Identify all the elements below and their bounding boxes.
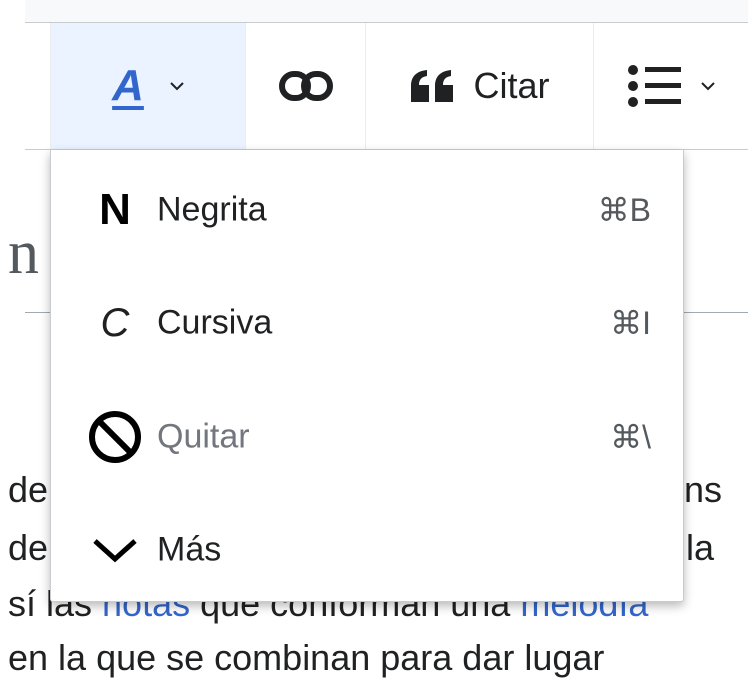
clear-formatting-icon xyxy=(83,405,147,469)
menu-item-shortcut: ⌘I xyxy=(610,304,651,341)
text-style-icon: A xyxy=(112,61,144,110)
menu-item-label: Quitar xyxy=(157,417,250,455)
menu-item-label: Más xyxy=(157,530,222,568)
chevron-down-icon xyxy=(701,82,715,91)
italic-icon: C xyxy=(100,300,130,345)
quote-icon xyxy=(411,70,454,102)
bullet-list-icon xyxy=(628,65,681,107)
menu-item-more[interactable]: Más xyxy=(51,493,683,606)
article-text-line2-left: de xyxy=(8,527,49,568)
menu-item-clear[interactable]: Quitar ⌘\ xyxy=(51,380,683,493)
menu-item-shortcut: ⌘\ xyxy=(610,418,651,455)
menu-item-shortcut: ⌘B xyxy=(597,191,651,228)
cite-label: Citar xyxy=(473,65,550,106)
menu-item-label: Cursiva xyxy=(157,303,273,341)
chevron-down-icon xyxy=(170,82,184,91)
text-style-button[interactable]: A xyxy=(50,23,246,149)
article-text-line4: en la que se combinan para dar lugar xyxy=(8,637,605,678)
top-strip xyxy=(25,0,748,22)
link-icon xyxy=(278,71,333,101)
menu-item-italic[interactable]: C Cursiva ⌘I xyxy=(51,266,683,379)
article-heading-fragment: n xyxy=(8,219,39,287)
menu-item-label: Negrita xyxy=(157,190,267,228)
menu-item-bold[interactable]: N Negrita ⌘B xyxy=(51,153,683,266)
list-button[interactable] xyxy=(594,23,748,149)
link-button[interactable] xyxy=(246,23,366,149)
text-style-menu: N Negrita ⌘B C Cursiva ⌘I Quitar ⌘\ Más xyxy=(50,150,684,602)
bold-icon: N xyxy=(99,184,131,234)
editor-toolbar: A Citar xyxy=(25,22,748,150)
cite-button[interactable]: Citar xyxy=(366,23,594,149)
article-text-line1-left: de xyxy=(8,469,49,510)
chevron-down-icon xyxy=(83,518,147,582)
